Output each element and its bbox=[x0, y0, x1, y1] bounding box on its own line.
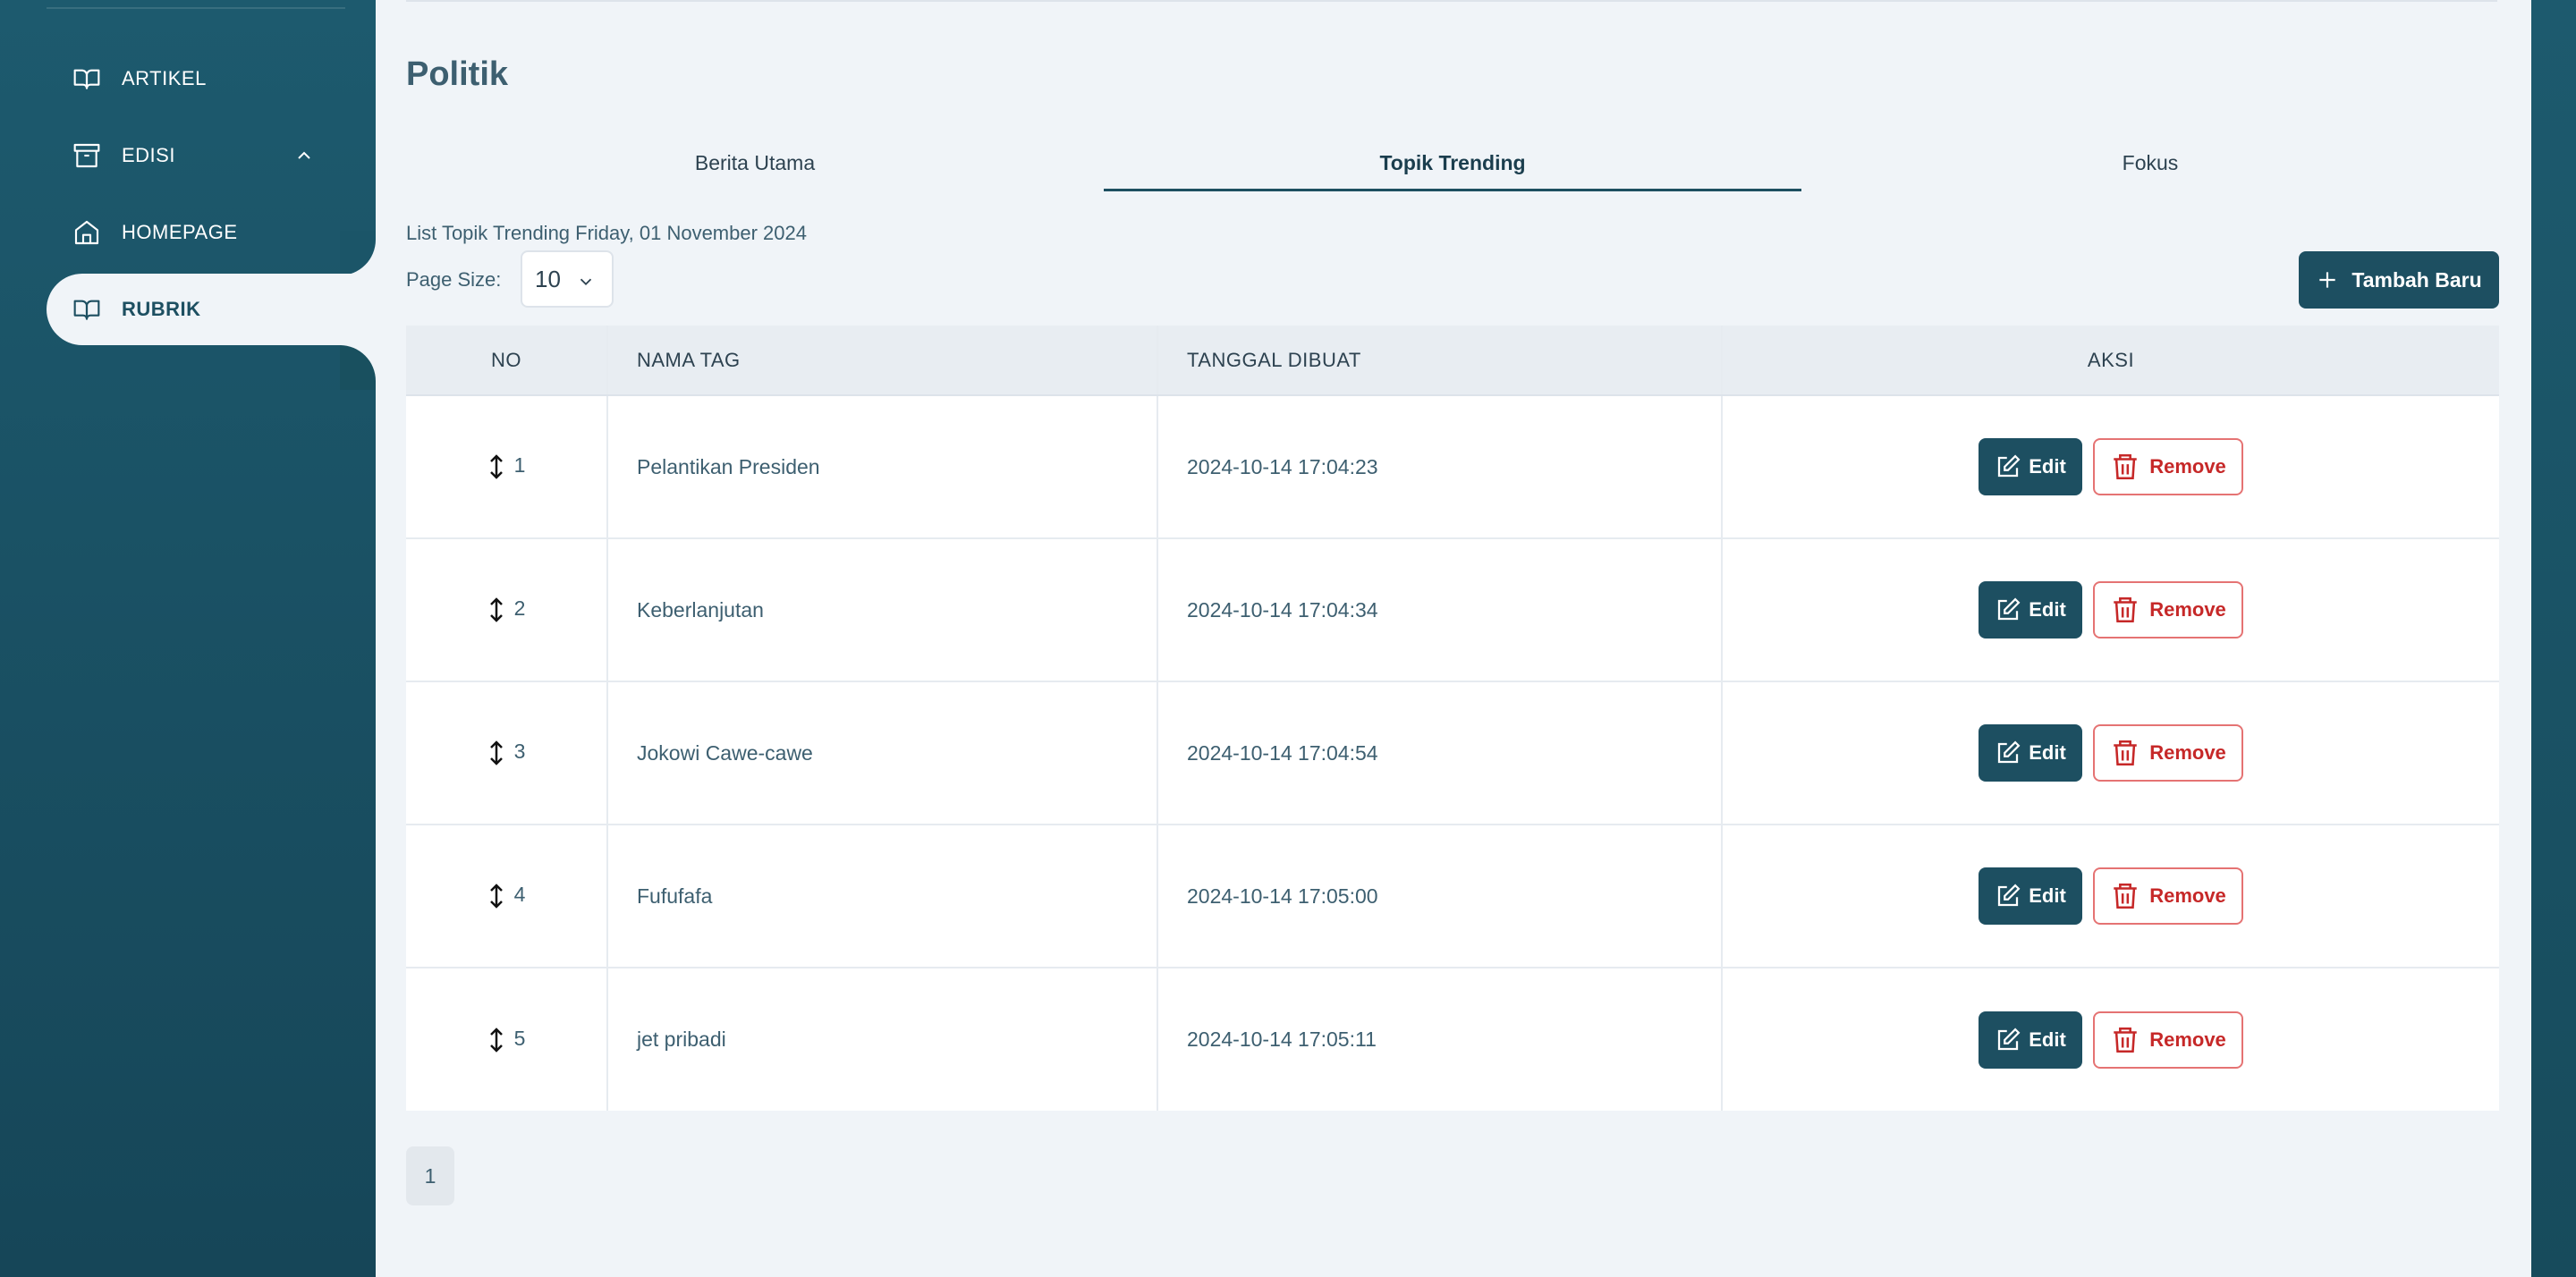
trash-icon bbox=[2114, 453, 2137, 480]
header-no: NO bbox=[406, 326, 608, 396]
header-aksi: AKSI bbox=[1722, 326, 2499, 396]
home-icon bbox=[72, 217, 102, 248]
add-new-label: Tambah Baru bbox=[2351, 267, 2482, 292]
tag-name: Pelantikan Presiden bbox=[607, 394, 1158, 538]
tag-name: Jokowi Cawe-cawe bbox=[607, 681, 1158, 825]
created-date: 2024-10-14 17:04:34 bbox=[1157, 537, 1723, 681]
created-date: 2024-10-14 17:05:11 bbox=[1157, 967, 1723, 1111]
page-size-value: 10 bbox=[535, 265, 561, 292]
book-open-icon bbox=[72, 294, 102, 325]
edit-icon bbox=[1998, 454, 2021, 478]
tag-name: Fufufafa bbox=[607, 824, 1158, 968]
row-number: 4 bbox=[513, 883, 526, 907]
edit-icon bbox=[1998, 1028, 2021, 1050]
plus-icon bbox=[2319, 272, 2336, 288]
archive-icon bbox=[72, 140, 102, 171]
tab-topik-trending[interactable]: Topik Trending bbox=[1104, 134, 1801, 191]
chevron-down-icon bbox=[576, 270, 596, 290]
page-size-label: Page Size: bbox=[406, 268, 502, 291]
remove-button[interactable]: Remove bbox=[2093, 867, 2243, 925]
edit-button[interactable]: Edit bbox=[1979, 724, 2082, 782]
edit-button[interactable]: Edit bbox=[1979, 1011, 2082, 1069]
table-row: 5 jet pribadi 2024-10-14 17:05:11 Edit R… bbox=[406, 967, 2499, 1111]
tab-bar: Berita Utama Topik Trending Fokus bbox=[406, 134, 2499, 191]
table-row: 2 Keberlanjutan 2024-10-14 17:04:34 Edit… bbox=[406, 537, 2499, 681]
pagination-page-1[interactable]: 1 bbox=[406, 1146, 454, 1205]
active-curve bbox=[340, 345, 376, 390]
table-row: 4 Fufufafa 2024-10-14 17:05:00 Edit Remo… bbox=[406, 824, 2499, 968]
edit-icon bbox=[1998, 597, 2021, 621]
drag-handle-icon[interactable] bbox=[487, 596, 505, 623]
drag-handle-icon[interactable] bbox=[487, 1027, 505, 1053]
drag-handle-icon[interactable] bbox=[487, 740, 505, 766]
row-number: 2 bbox=[513, 596, 526, 621]
drag-handle-icon[interactable] bbox=[487, 453, 505, 480]
tab-fokus[interactable]: Fokus bbox=[1801, 134, 2499, 191]
trash-icon bbox=[2114, 883, 2137, 909]
chevron-up-icon[interactable] bbox=[293, 145, 315, 166]
edit-button[interactable]: Edit bbox=[1979, 438, 2082, 495]
trending-table: NO NAMA TAG TANGGAL DIBUAT AKSI 1 Pelant… bbox=[406, 326, 2499, 1111]
remove-button[interactable]: Remove bbox=[2093, 581, 2243, 638]
sidebar-divider bbox=[47, 7, 345, 9]
row-number: 1 bbox=[513, 453, 526, 478]
row-number: 3 bbox=[513, 740, 526, 764]
tab-berita-utama[interactable]: Berita Utama bbox=[406, 134, 1104, 191]
divider bbox=[406, 0, 2497, 2]
add-new-button[interactable]: Tambah Baru bbox=[2299, 251, 2499, 309]
created-date: 2024-10-14 17:05:00 bbox=[1157, 824, 1723, 968]
table-header-row: NO NAMA TAG TANGGAL DIBUAT AKSI bbox=[406, 326, 2499, 396]
book-open-icon bbox=[72, 63, 102, 94]
drag-handle-icon[interactable] bbox=[487, 883, 505, 909]
edit-icon bbox=[1998, 884, 2021, 907]
remove-button[interactable]: Remove bbox=[2093, 724, 2243, 782]
table-row: 1 Pelantikan Presiden 2024-10-14 17:04:2… bbox=[406, 394, 2499, 538]
trash-icon bbox=[2114, 596, 2137, 623]
row-number: 5 bbox=[513, 1026, 526, 1050]
sidebar-item-label: EDISI bbox=[122, 144, 175, 166]
edit-button[interactable]: Edit bbox=[1979, 581, 2082, 638]
sidebar: ARTIKEL EDISI HOMEPAGE RUBRIK bbox=[0, 0, 376, 1277]
tag-name: Keberlanjutan bbox=[607, 537, 1158, 681]
header-tanggal-dibuat: TANGGAL DIBUAT bbox=[1157, 326, 1723, 396]
main-content: Politik Berita Utama Topik Trending Foku… bbox=[376, 0, 2531, 1277]
sidebar-item-label: ARTIKEL bbox=[122, 67, 207, 89]
trash-icon bbox=[2114, 740, 2137, 766]
sidebar-item-artikel[interactable]: ARTIKEL bbox=[47, 43, 329, 114]
created-date: 2024-10-14 17:04:23 bbox=[1157, 394, 1723, 538]
header-nama-tag: NAMA TAG bbox=[607, 326, 1158, 396]
table-row: 3 Jokowi Cawe-cawe 2024-10-14 17:04:54 E… bbox=[406, 681, 2499, 825]
tag-name: jet pribadi bbox=[607, 967, 1158, 1111]
remove-button[interactable]: Remove bbox=[2093, 438, 2243, 495]
sidebar-item-homepage[interactable]: HOMEPAGE bbox=[47, 197, 329, 268]
sidebar-item-label: RUBRIK bbox=[122, 298, 201, 320]
remove-button[interactable]: Remove bbox=[2093, 1011, 2243, 1069]
trash-icon bbox=[2114, 1027, 2137, 1053]
page-size-select[interactable]: 10 bbox=[521, 250, 614, 308]
edit-icon bbox=[1998, 740, 2021, 764]
created-date: 2024-10-14 17:04:54 bbox=[1157, 681, 1723, 825]
active-curve bbox=[340, 231, 376, 275]
page-title: Politik bbox=[406, 55, 509, 93]
sidebar-item-label: HOMEPAGE bbox=[122, 221, 238, 243]
sidebar-item-edisi[interactable]: EDISI bbox=[47, 120, 329, 191]
edit-button[interactable]: Edit bbox=[1979, 867, 2082, 925]
sidebar-item-rubrik[interactable]: RUBRIK bbox=[47, 274, 376, 345]
list-caption: List Topik Trending Friday, 01 November … bbox=[406, 222, 807, 244]
